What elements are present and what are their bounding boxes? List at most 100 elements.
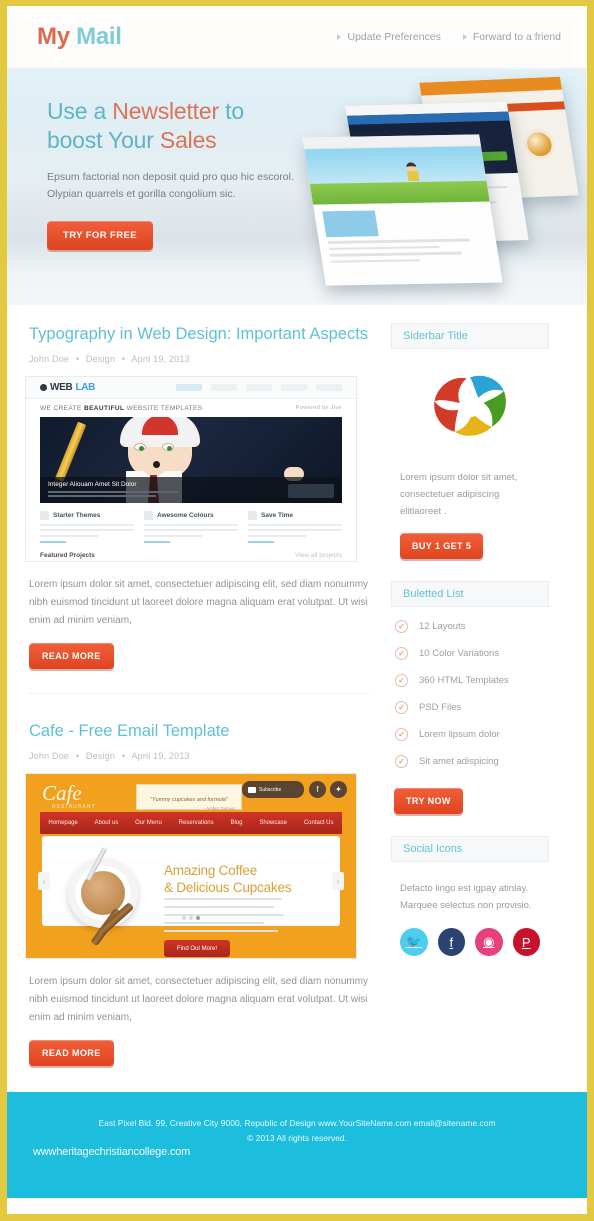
facebook-icon[interactable]: f <box>437 928 465 956</box>
dribbble-icon[interactable]: ◉ <box>475 928 503 956</box>
article-2: Cafe - Free Email Template John Doe • De… <box>25 720 373 1066</box>
twitter-icon[interactable]: 🐦 <box>400 928 428 956</box>
nav-update-preferences[interactable]: Update Preferences <box>337 31 441 43</box>
cafe-slider-panel: Amazing Coffee & Delicious Cupcakes Find … <box>38 836 344 957</box>
article-2-date: April 19, 2013 <box>131 751 190 761</box>
check-circle-icon: ✓ <box>395 620 408 633</box>
article-1-author: John Doe <box>29 354 70 364</box>
sidebar-panel-social: Social Icons Defacto lingo est igpay ati… <box>391 836 549 956</box>
hero-headline-part-2: Newsletter <box>112 98 219 124</box>
list-item[interactable]: ✓ 12 Layouts <box>395 613 545 640</box>
weblab-tagline: WE CREATE BEAUTIFUL WEBSITE TEMPLATES Po… <box>26 399 356 417</box>
weblab-tagline-c: WEBSITE TEMPLATES <box>124 404 203 412</box>
cafe-nav-1: About us <box>94 820 119 826</box>
sidebar-panel-bulleted-title: Buletted List <box>391 581 549 607</box>
article-1-body: Lorem ipsum dolor sit amet, consectetuer… <box>29 579 369 626</box>
article-1: Typography in Web Design: Important Aspe… <box>25 323 373 669</box>
nav-forward-to-friend[interactable]: Forward to a friend <box>462 31 561 43</box>
weblab-feature-3-label: Save Time <box>261 512 294 519</box>
chevron-left-icon: ‹ <box>38 872 50 890</box>
hero-headline-part-4: boost <box>47 127 109 153</box>
list-item[interactable]: ✓ 10 Color Variations <box>395 640 545 667</box>
weblab-feature-2: Awesome Colours <box>144 511 238 543</box>
check-circle-icon: ✓ <box>395 647 408 660</box>
meta-separator-icon: • <box>75 751 80 761</box>
article-1-thumbnail[interactable]: WEB LAB WE CREATE BEAUTIFUL WEBSITE TEMPL… <box>25 376 357 562</box>
weblab-feature-1-label: Starter Themes <box>53 512 101 519</box>
weblab-mark-icon <box>40 384 47 391</box>
article-1-title[interactable]: Typography in Web Design: Important Aspe… <box>25 323 373 345</box>
hero-headline-part-3: to <box>218 98 244 124</box>
weblab-tagline-b: BEAUTIFUL <box>83 404 125 412</box>
article-2-title[interactable]: Cafe - Free Email Template <box>25 720 373 742</box>
weblab-tagline-right: Powered by Jive <box>295 405 342 411</box>
list-item[interactable]: ✓ Lorem lipsum dolor <box>395 721 545 748</box>
list-item-label: 360 HTML Templates <box>419 675 509 686</box>
cafe-headline-1: Amazing Coffee <box>164 863 258 878</box>
weblab-footer: Featured Projects View all projects <box>26 543 356 559</box>
list-item-label: Sit amet adispicing <box>419 756 499 767</box>
weblab-logo: WEB LAB <box>40 382 95 393</box>
cafe-headline-2: & Delicious Cupcakes <box>164 880 292 895</box>
hero-screenshot-light <box>302 134 503 286</box>
weblab-footer-left: Featured Projects <box>40 551 95 559</box>
article-1-date: April 19, 2013 <box>131 354 190 364</box>
try-for-free-button[interactable]: TRY FOR FREE <box>47 221 153 250</box>
weblab-footer-right: View all projects <box>295 551 342 559</box>
sidebar: Siderbar Title Lorem ipsum dolor sit ame… <box>391 323 549 1066</box>
main-column: Typography in Web Design: Important Aspe… <box>25 323 373 1066</box>
cafe-nav-4: Blog <box>230 820 243 826</box>
try-now-button[interactable]: TRY NOW <box>394 788 463 814</box>
sidebar-panel-promo: Siderbar Title Lorem ipsum dolor sit ame… <box>391 323 549 559</box>
envelope-icon <box>248 786 256 793</box>
content-area: Typography in Web Design: Important Aspe… <box>7 305 587 1092</box>
social-text-line1: Defacto lingo est igpay atinlay. <box>400 883 529 894</box>
cafe-headline: Amazing Coffee & Delicious Cupcakes <box>164 862 292 896</box>
hero-artwork <box>302 76 579 286</box>
cafe-nav-0: Homepage <box>48 820 78 826</box>
weblab-feature-2-label: Awesome Colours <box>157 512 214 519</box>
pinterest-icon[interactable]: P <box>512 928 540 956</box>
article-2-meta: John Doe • Design • April 19, 2013 <box>25 751 373 761</box>
header-bar: My Mail Update Preferences Forward to a … <box>7 6 587 69</box>
cafe-nav: Homepage About us Our Menu Reservations … <box>40 812 342 834</box>
article-2-read-more-button[interactable]: READ MORE <box>29 1040 114 1066</box>
brand-logo[interactable]: My Mail <box>37 23 122 51</box>
check-circle-icon: ✓ <box>395 674 408 687</box>
list-item-label: PSD Files <box>419 702 462 713</box>
article-1-category: Design <box>85 354 116 364</box>
chevron-right-icon: › <box>332 872 344 890</box>
meta-separator-icon: • <box>121 354 126 364</box>
cafe-nav-5: Showcase <box>259 820 287 826</box>
cafe-logo-sub: RESTAURANT <box>52 804 96 810</box>
cafe-quote-box: "Yummy cupcakes and formula" ★★★- Amber … <box>136 784 242 821</box>
list-item-label: 12 Layouts <box>419 621 466 632</box>
list-item[interactable]: ✓ 360 HTML Templates <box>395 667 545 694</box>
arrow-right-icon <box>337 34 342 40</box>
cafe-subscribe-button: Subscribe <box>242 781 304 798</box>
weblab-brand-b: LAB <box>75 382 96 393</box>
cafe-logo: Cafe <box>42 781 82 805</box>
sidebar-panel-promo-title: Siderbar Title <box>391 323 549 349</box>
watermark-text: wwwheritagechristiancollege.com <box>33 1146 191 1158</box>
page-root: My Mail Update Preferences Forward to a … <box>0 0 594 1221</box>
logo-word-two: Mail <box>76 23 122 50</box>
cafe-nav-2: Our Menu <box>135 820 162 826</box>
weblab-tagline-a: WE CREATE <box>40 404 84 412</box>
cafe-nav-3: Reservations <box>178 820 214 826</box>
weblab-hero-image: Integer Aliouam Amet Sit Dolor <box>40 417 342 503</box>
buy-1-get-5-button[interactable]: BUY 1 GET 5 <box>400 533 484 559</box>
pinwheel-logo-icon <box>427 369 513 447</box>
facebook-icon: f <box>309 781 326 798</box>
list-item[interactable]: ✓ Sit amet adispicing <box>395 748 545 775</box>
footer-copyright: © 2013 All rights reserved. <box>247 1133 347 1143</box>
article-2-thumbnail[interactable]: Cafe RESTAURANT "Yummy cupcakes and form… <box>25 773 357 959</box>
weblab-feature-columns: Starter Themes Awesome Colours Save Time <box>26 503 356 543</box>
nav-forward-to-friend-label: Forward to a friend <box>472 31 561 43</box>
article-1-read-more-button[interactable]: READ MORE <box>29 643 114 669</box>
weblab-feature-3: Save Time <box>248 511 342 543</box>
check-circle-icon: ✓ <box>395 728 408 741</box>
list-item[interactable]: ✓ PSD Files <box>395 694 545 721</box>
hero-paragraph: Epsum factorial non deposit quid pro quo… <box>47 171 294 200</box>
header-nav: Update Preferences Forward to a friend <box>337 31 561 43</box>
